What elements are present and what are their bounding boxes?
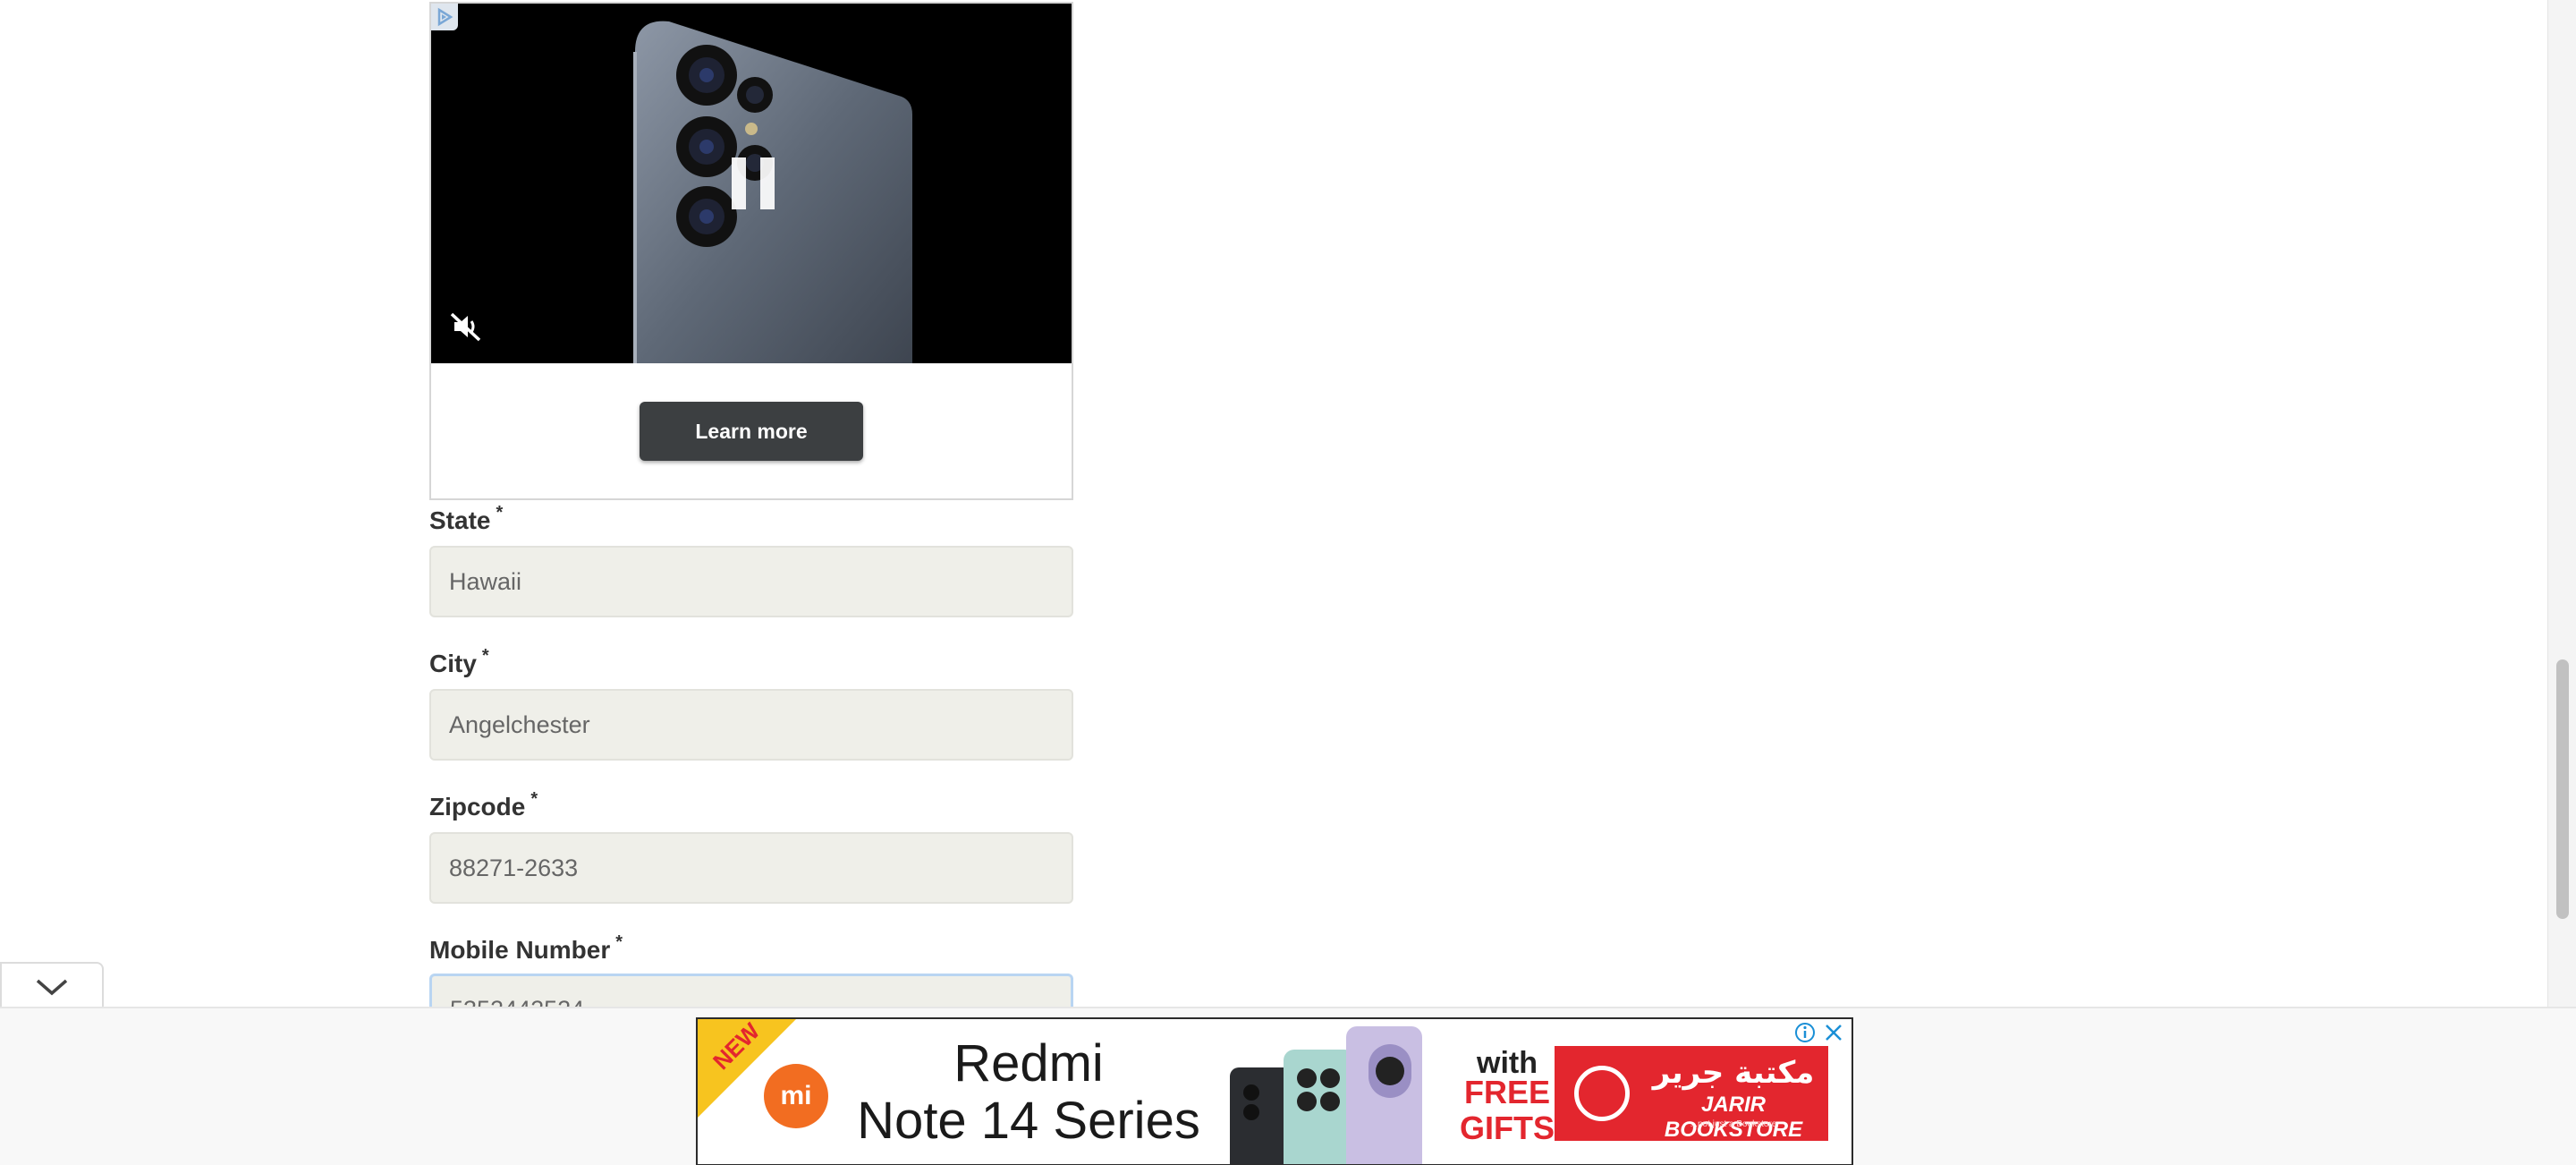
zipcode-field[interactable] (429, 832, 1073, 904)
mobile-number-field[interactable] (429, 974, 1073, 1009)
state-label: State * (429, 503, 504, 534)
headline-line1: Redmi (953, 1034, 1104, 1093)
chevron-down-icon (36, 979, 68, 996)
scrollbar-thumb[interactable] (2556, 659, 2569, 919)
adchoices-icon[interactable] (431, 4, 458, 30)
phone-image (633, 21, 912, 363)
mobile-number-clip (429, 974, 1073, 1009)
mi-logo: mi (764, 1064, 828, 1128)
headline-line2: Note 14 Series (857, 1092, 1200, 1150)
city-field[interactable] (429, 689, 1073, 761)
zipcode-label: Zipcode * (429, 789, 538, 821)
learn-more-button[interactable]: Learn more (640, 402, 863, 461)
video-player[interactable] (431, 4, 1072, 363)
info-icon[interactable] (1793, 1021, 1817, 1044)
state-field[interactable] (429, 546, 1073, 617)
jarir-emblem-icon (1574, 1066, 1630, 1121)
redmi-banner-ad[interactable]: NEW mi Redmi Note 14 Series with FREE GIF… (696, 1017, 1853, 1165)
collapse-ad-tab[interactable] (0, 962, 104, 1007)
pause-icon[interactable] (732, 157, 775, 209)
phones-image (1230, 1026, 1422, 1164)
mobile-number-label: Mobile Number * (429, 932, 623, 964)
video-ad[interactable]: Learn more (429, 2, 1073, 500)
page-scrollbar[interactable] (2547, 0, 2576, 1007)
bottom-ad-bar: NEW mi Redmi Note 14 Series with FREE GIF… (0, 1007, 2576, 1165)
city-label: City * (429, 646, 489, 677)
mute-icon[interactable] (447, 308, 485, 345)
close-icon[interactable] (1822, 1021, 1845, 1044)
jarir-bookstore-logo: مكتبة جرير JARIR BOOKSTORE ...not just a… (1555, 1046, 1828, 1142)
